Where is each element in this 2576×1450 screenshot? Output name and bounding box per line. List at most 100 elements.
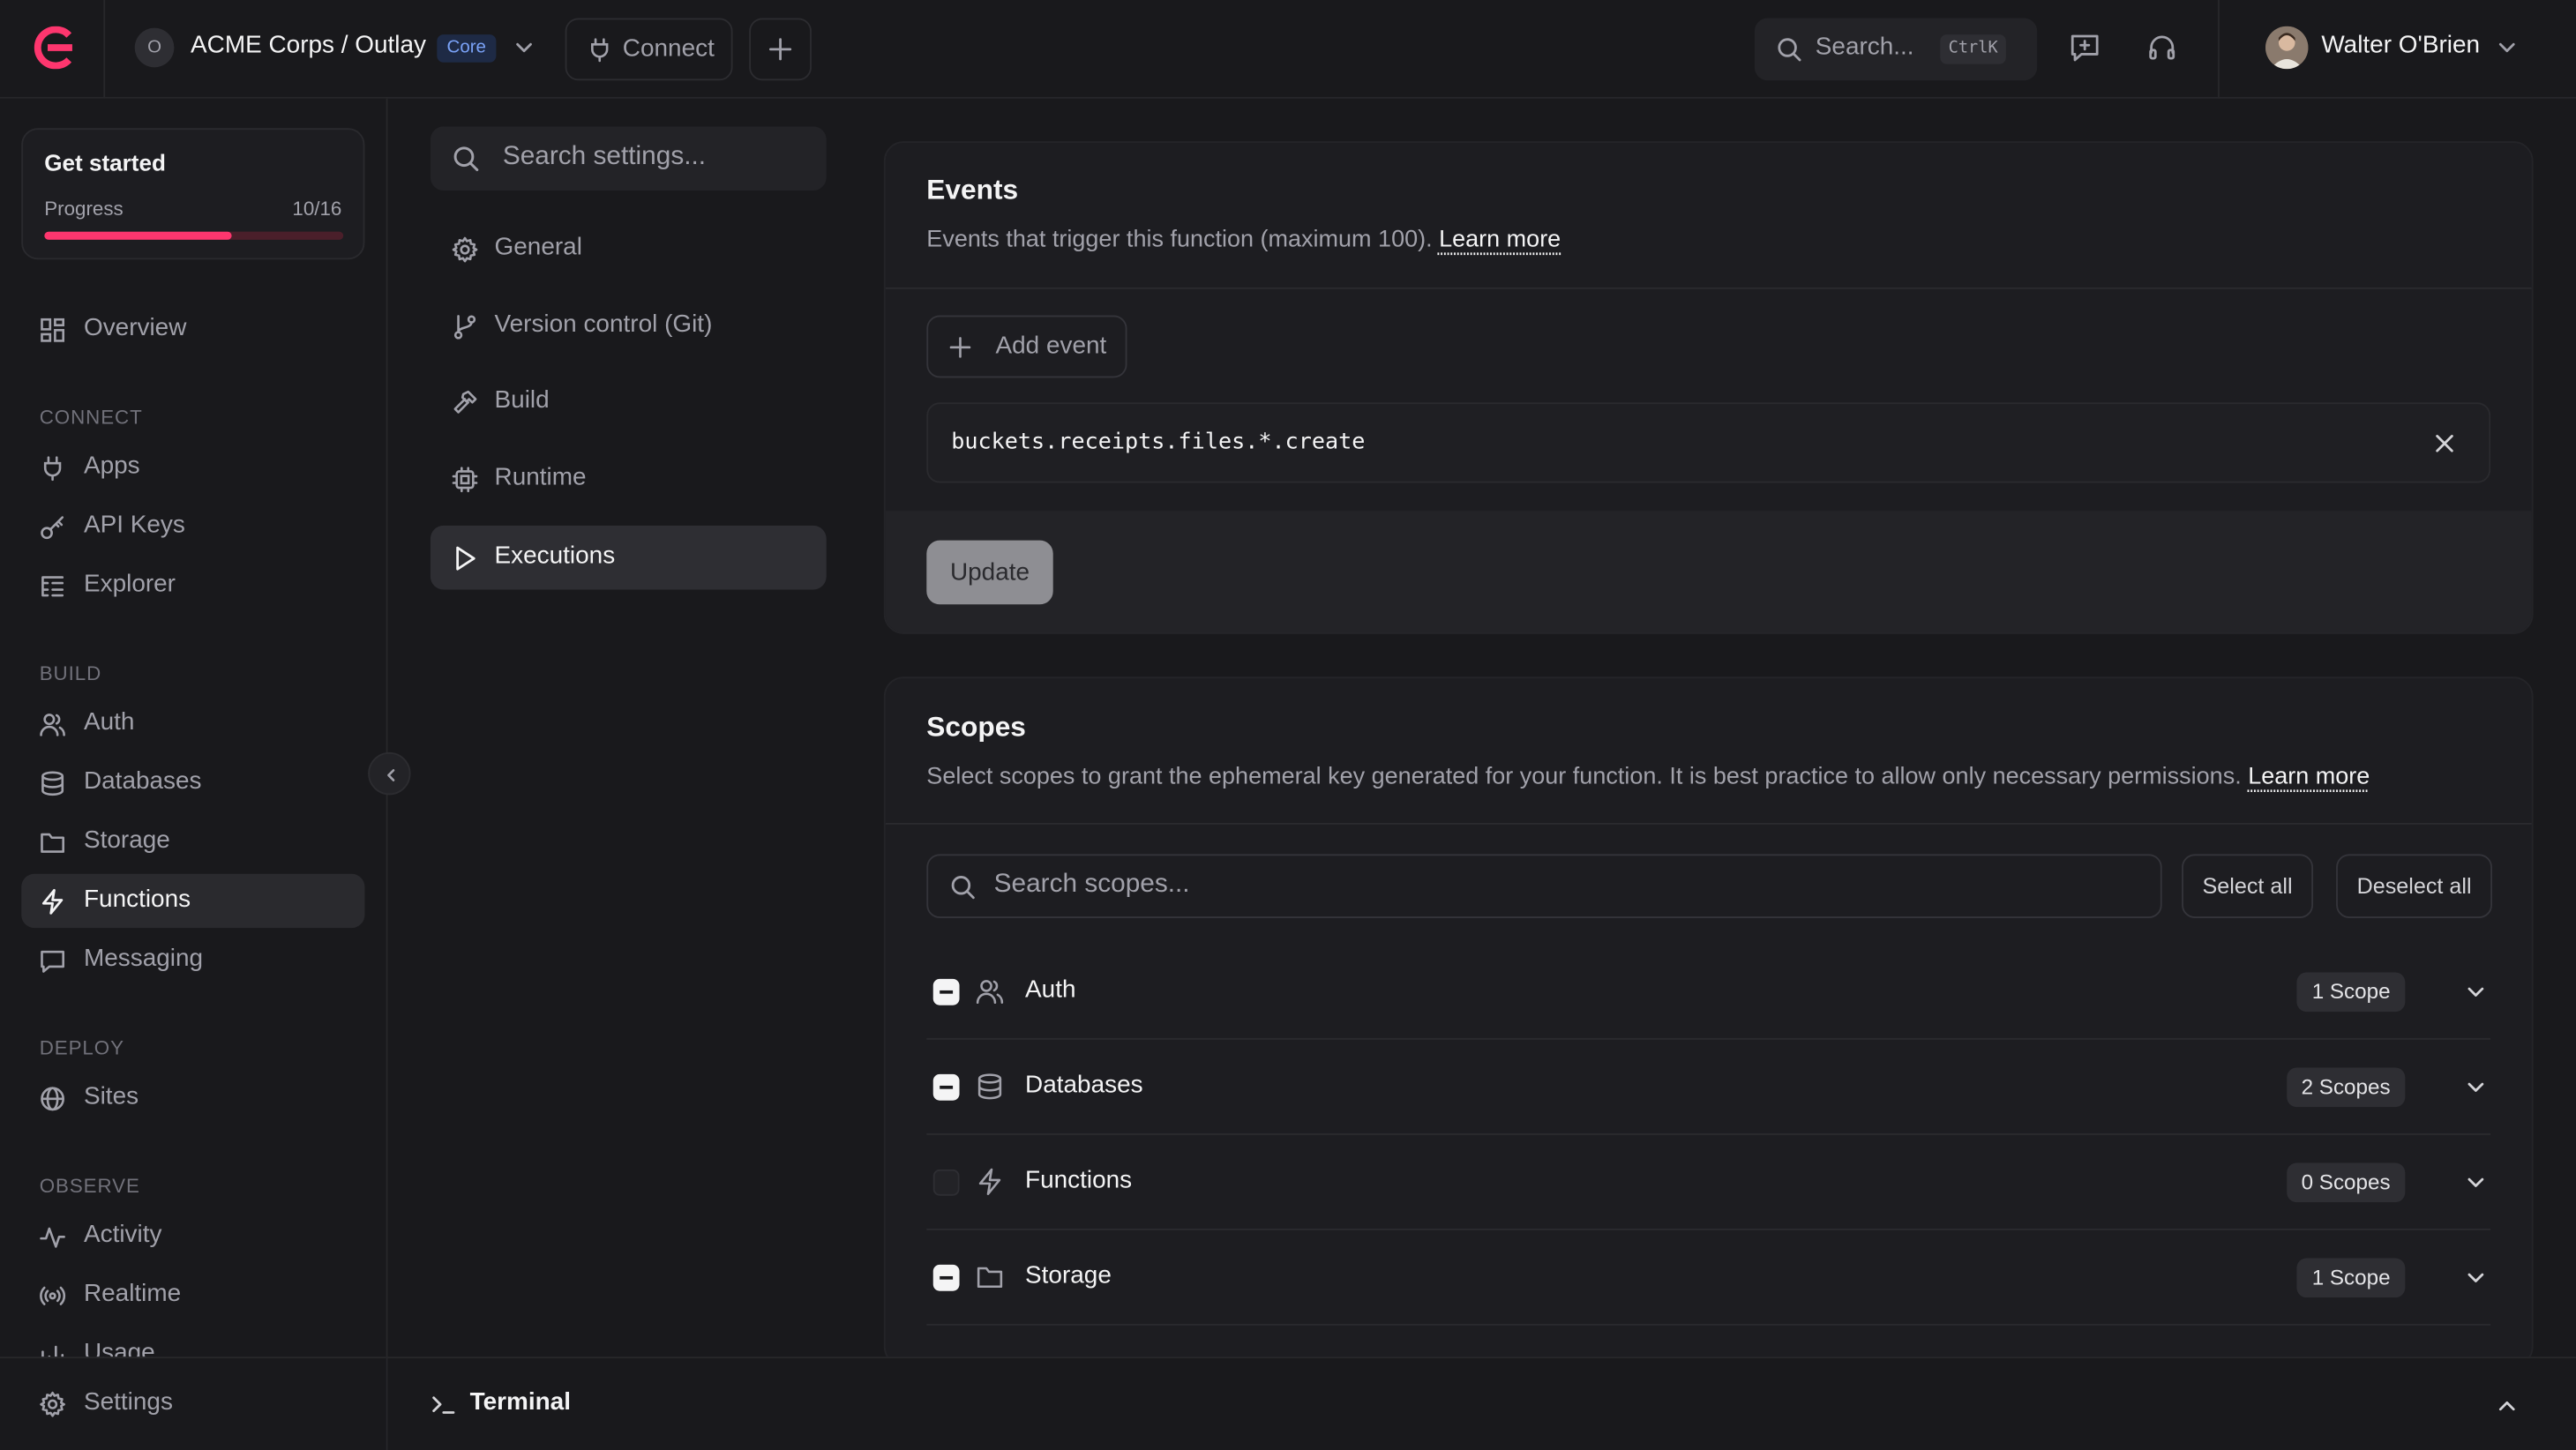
sidebar-item-sites[interactable]: Sites — [21, 1071, 364, 1125]
database-icon — [40, 770, 66, 796]
scope-count-badge: 1 Scope — [2296, 972, 2406, 1013]
events-description-text: Events that trigger this function (maxim… — [926, 226, 1433, 253]
collapse-sidebar-button[interactable] — [368, 751, 411, 796]
deselect-all-button[interactable]: Deselect all — [2336, 854, 2493, 918]
event-item: buckets.receipts.files.*.create — [926, 402, 2491, 483]
connect-button[interactable]: Connect — [565, 18, 733, 81]
sidebar-item-storage[interactable]: Storage — [21, 815, 364, 869]
broadcast-icon — [40, 1282, 66, 1309]
scope-row-auth[interactable]: Auth 1 Scope — [926, 945, 2491, 1040]
play-icon — [452, 545, 478, 572]
terminal-panel[interactable]: Terminal — [387, 1357, 2576, 1450]
scope-row-databases[interactable]: Databases 2 Scopes — [926, 1040, 2491, 1135]
sidebar-item-label: Storage — [83, 826, 170, 855]
sidebar-item-overview[interactable]: Overview — [21, 303, 364, 356]
scope-checkbox[interactable] — [932, 1264, 960, 1291]
search-shortcut: CtrlK — [1940, 34, 2006, 64]
feedback-icon[interactable] — [2069, 31, 2101, 64]
sidebar-item-functions[interactable]: Functions — [21, 873, 365, 929]
nav-group-build: BUILD — [39, 661, 102, 685]
chevron-down-icon[interactable] — [513, 36, 535, 59]
add-event-label: Add event — [995, 332, 1107, 360]
settings-item-general[interactable]: General — [431, 217, 827, 281]
scope-checkbox[interactable] — [932, 1073, 960, 1101]
sidebar-item-realtime[interactable]: Realtime — [21, 1268, 364, 1322]
progress-label: Progress — [44, 197, 124, 220]
update-button[interactable]: Update — [926, 540, 1053, 605]
gear-icon — [40, 1391, 66, 1417]
bolt-icon — [40, 888, 66, 915]
scopes-title: Scopes — [926, 711, 1026, 743]
chevron-down-icon[interactable] — [2464, 1076, 2487, 1099]
add-button[interactable] — [749, 18, 812, 81]
chevron-down-icon[interactable] — [2464, 981, 2487, 1004]
sidebar-item-label: Settings — [83, 1387, 173, 1416]
scope-count-badge: 2 Scopes — [2286, 1067, 2406, 1108]
terminal-icon — [431, 1393, 457, 1416]
search-label: Search... — [1815, 33, 1914, 61]
scope-name: Databases — [1025, 1071, 1143, 1099]
scope-row-functions[interactable]: Functions 0 Scopes — [926, 1135, 2491, 1230]
user-avatar[interactable] — [2265, 26, 2309, 70]
settings-item-build[interactable]: Build — [431, 370, 827, 434]
scopes-learn-more-link[interactable]: Learn more — [2248, 764, 2370, 790]
divider — [885, 822, 2532, 825]
appwrite-logo[interactable] — [30, 26, 76, 70]
users-icon — [40, 711, 66, 737]
scope-checkbox[interactable] — [932, 1169, 960, 1196]
nav-group-observe: OBSERVE — [39, 1174, 140, 1198]
sidebar-item-label: Functions — [83, 885, 191, 914]
sidebar: Get started Progress 10/16 Overview CONN… — [0, 98, 388, 1450]
divider — [885, 287, 2532, 289]
sidebar-item-label: Sites — [83, 1082, 139, 1110]
search-icon — [452, 145, 480, 173]
remove-event-close-icon[interactable] — [2433, 432, 2456, 455]
settings-item-runtime[interactable]: Runtime — [431, 447, 827, 512]
events-learn-more-link[interactable]: Learn more — [1439, 227, 1561, 253]
settings-item-version-control[interactable]: Version control (Git) — [431, 294, 827, 358]
user-name[interactable]: Walter O'Brien — [2321, 31, 2480, 59]
org-avatar[interactable]: O — [134, 27, 175, 68]
scopes-description-text: Select scopes to grant the ephemeral key… — [926, 763, 2242, 790]
select-all-button[interactable]: Select all — [2182, 854, 2314, 918]
events-description: Events that trigger this function (maxim… — [926, 227, 1561, 253]
sidebar-item-auth[interactable]: Auth — [21, 697, 364, 751]
settings-item-executions[interactable]: Executions — [430, 525, 827, 590]
sidebar-item-explorer[interactable]: Explorer — [21, 558, 364, 612]
chevron-up-icon[interactable] — [2496, 1394, 2519, 1417]
settings-item-label: Runtime — [494, 463, 587, 491]
sidebar-item-apps[interactable]: Apps — [21, 440, 364, 494]
git-branch-icon — [452, 314, 478, 340]
terminal-label: Terminal — [469, 1387, 571, 1416]
scopes-search-input[interactable]: Search scopes... — [926, 854, 2162, 918]
chevron-down-icon[interactable] — [2496, 36, 2519, 59]
add-event-button[interactable]: Add event — [926, 315, 1127, 378]
chevron-down-icon[interactable] — [2464, 1171, 2487, 1194]
scope-count-badge: 1 Scope — [2296, 1258, 2406, 1298]
scopes-card: Scopes Select scopes to grant the epheme… — [883, 676, 2534, 1367]
settings-item-label: General — [494, 233, 582, 262]
get-started-card[interactable]: Get started Progress 10/16 — [21, 128, 365, 260]
scope-row-storage[interactable]: Storage 1 Scope — [926, 1230, 2491, 1326]
org-project-title[interactable]: ACME Corps / Outlay — [191, 31, 426, 59]
chevron-down-icon[interactable] — [2464, 1267, 2487, 1289]
scope-checkbox[interactable] — [932, 978, 960, 1005]
nav-group-deploy: DEPLOY — [39, 1036, 124, 1060]
scope-name: Functions — [1025, 1166, 1133, 1194]
activity-icon — [40, 1223, 66, 1250]
settings-search-input[interactable]: Search settings... — [430, 126, 827, 191]
sidebar-item-api-keys[interactable]: API Keys — [21, 499, 364, 553]
sidebar-item-messaging[interactable]: Messaging — [21, 933, 364, 987]
sidebar-item-activity[interactable]: Activity — [21, 1209, 364, 1263]
sidebar-item-label: Auth — [83, 707, 135, 736]
cpu-icon — [452, 467, 478, 493]
sidebar-item-label: Activity — [83, 1220, 162, 1249]
global-search[interactable]: Search... CtrlK — [1754, 18, 2038, 81]
events-card: Events Events that trigger this function… — [883, 141, 2534, 634]
grid-icon — [40, 317, 66, 343]
sidebar-item-databases[interactable]: Databases — [21, 756, 364, 810]
sidebar-item-settings[interactable]: Settings — [21, 1377, 364, 1431]
scope-name: Auth — [1025, 975, 1076, 1004]
events-title: Events — [926, 174, 1019, 206]
support-headset-icon[interactable] — [2145, 31, 2178, 64]
